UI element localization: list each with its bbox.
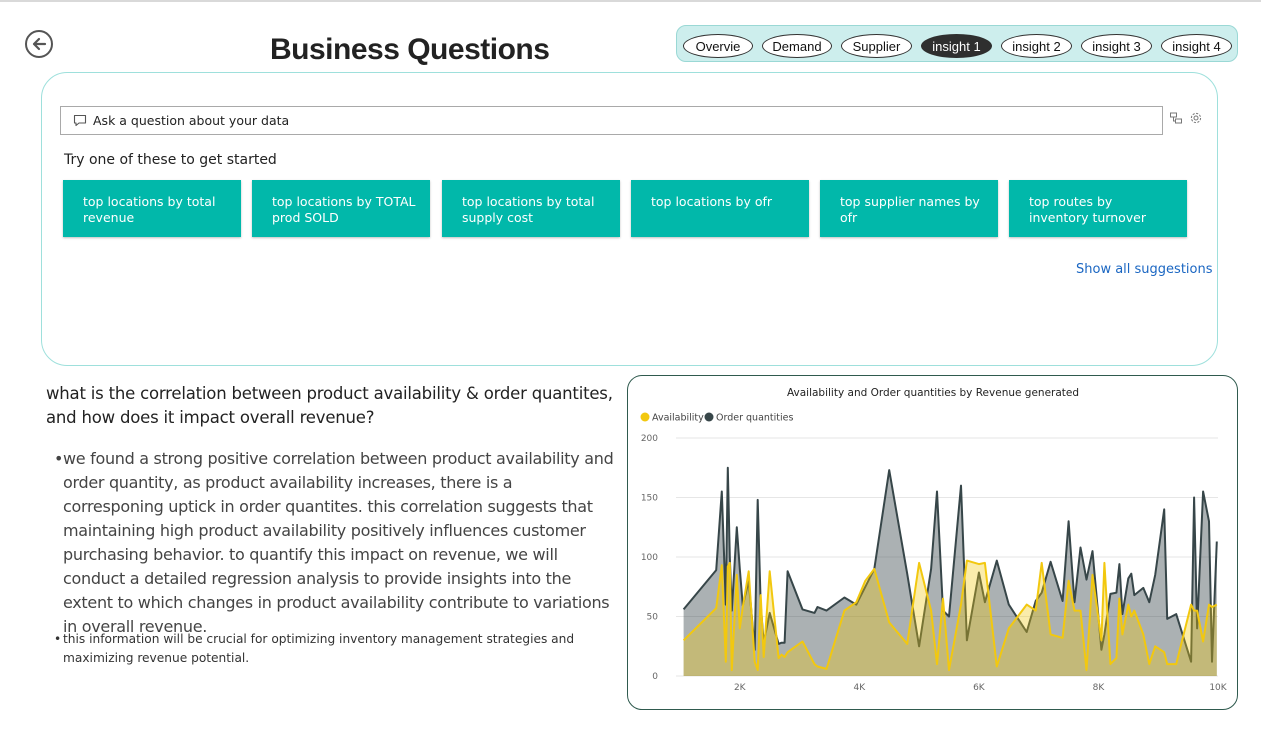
y-tick-label: 50	[647, 613, 659, 623]
nav-tab-insight-2[interactable]: insight 2	[1001, 34, 1072, 58]
bullet-dot: •	[54, 449, 64, 468]
nav-tab-insight-4[interactable]: insight 4	[1161, 34, 1232, 58]
chart-legend: Availability Order quantities	[640, 412, 793, 424]
convert-to-visual-icon[interactable]	[1169, 111, 1183, 125]
y-tick-label: 150	[641, 494, 658, 504]
legend-order-quantities-label: Order quantities	[716, 413, 793, 424]
page-navigator: Overvie Demand Supplier insight 1 insigh…	[676, 25, 1238, 62]
back-arrow-icon	[32, 37, 47, 51]
chat-bubble-icon	[73, 114, 87, 127]
legend-availability-swatch	[640, 412, 650, 422]
chart-title: Availability and Order quantities by Rev…	[787, 387, 1079, 399]
area-chart: Availability and Order quantities by Rev…	[640, 387, 1228, 693]
x-tick-label: 6K	[973, 683, 986, 693]
x-tick-label: 4K	[854, 683, 867, 693]
x-tick-label: 10K	[1209, 683, 1227, 693]
bullet-dot: •	[54, 632, 62, 646]
y-tick-label: 200	[641, 434, 658, 444]
back-button[interactable]	[25, 30, 53, 58]
legend-order-quantities-swatch	[704, 412, 714, 422]
insight-bullet: • we found a strong positive correlation…	[54, 447, 614, 639]
insight-bullet-text: we found a strong positive correlation b…	[63, 449, 614, 636]
y-tick-label: 100	[641, 553, 658, 563]
settings-gear-icon[interactable]	[1189, 111, 1203, 125]
qa-visual: Ask a question about your data Try one o…	[41, 72, 1218, 366]
nav-tab-demand[interactable]: Demand	[762, 34, 832, 58]
show-all-suggestions-link[interactable]: Show all suggestions	[1076, 262, 1213, 277]
top-divider	[0, 0, 1261, 2]
suggestion-button[interactable]: top locations by ofr	[631, 180, 809, 237]
x-tick-label: 2K	[734, 683, 747, 693]
nav-tab-overview[interactable]: Overvie	[683, 34, 753, 58]
y-tick-label: 0	[652, 672, 658, 682]
suggestion-button[interactable]: top routes by inventory turnover	[1009, 180, 1187, 237]
suggestion-button[interactable]: top supplier names by ofr	[820, 180, 998, 237]
question-input[interactable]: Ask a question about your data	[60, 106, 1163, 135]
nav-tab-insight-1[interactable]: insight 1	[921, 34, 992, 58]
question-placeholder: Ask a question about your data	[93, 113, 290, 128]
suggestion-button[interactable]: top locations by total revenue	[63, 180, 241, 237]
chart-card[interactable]: Availability and Order quantities by Rev…	[627, 375, 1238, 710]
insight-question: what is the correlation between product …	[46, 384, 613, 427]
insight-bullet-text: this information will be crucial for opt…	[63, 632, 575, 665]
insight-bullet: • this information will be crucial for o…	[54, 630, 619, 668]
legend-availability-label: Availability	[652, 413, 704, 424]
suggestion-button[interactable]: top locations by TOTAL prod SOLD	[252, 180, 430, 237]
x-tick-label: 8K	[1093, 683, 1106, 693]
page-title: Business Questions	[270, 33, 550, 66]
try-suggestions-label: Try one of these to get started	[64, 152, 277, 168]
suggestion-button[interactable]: top locations by total supply cost	[442, 180, 620, 237]
nav-tab-supplier[interactable]: Supplier	[841, 34, 912, 58]
nav-tab-insight-3[interactable]: insight 3	[1081, 34, 1152, 58]
